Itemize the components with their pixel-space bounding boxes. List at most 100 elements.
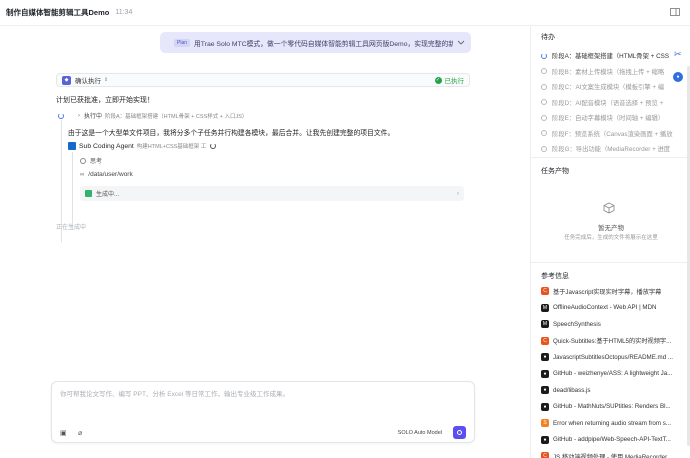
circle-icon xyxy=(541,145,547,152)
attach-file-icon[interactable]: ▣ xyxy=(60,429,68,437)
todo-item[interactable]: 阶段D：AI配音模块（语音选择 + 预览 + xyxy=(541,98,681,107)
circle-icon xyxy=(541,83,547,90)
reference-item[interactable]: M OfflineAudioContext - Web API | MDN xyxy=(541,301,679,315)
github-icon: ● xyxy=(541,353,549,361)
scissors-icon[interactable]: ✂ xyxy=(674,49,682,60)
csdn-icon: C xyxy=(541,336,549,345)
task-time: 11:34 xyxy=(115,9,133,16)
reference-item[interactable]: C Quick-Subtitles:基于HTML5的实时视频字... xyxy=(541,334,679,348)
reference-item[interactable]: ● GitHub - weizhenye/ASS: A lightweight J… xyxy=(541,367,679,381)
exec-step[interactable]: › 执行中 阶段A：基础框架搭建（HTML骨架 + CSS样式 + 入口JS） xyxy=(58,111,247,120)
glasses-icon: ∞ xyxy=(80,171,85,178)
circle-icon xyxy=(541,114,547,121)
stackoverflow-icon: S xyxy=(541,419,549,427)
path-step: ∞ /data/user/work xyxy=(80,171,133,178)
divider xyxy=(531,157,690,158)
reference-item[interactable]: S Error when returning audio stream from … xyxy=(541,416,679,430)
generating-status: 正在生成中 xyxy=(56,225,87,231)
mdn-icon: M xyxy=(541,303,549,312)
sub-agent-row[interactable]: Sub Coding Agent 构建HTML+CSS基础框架 工 xyxy=(68,142,217,150)
think-step[interactable]: 思考 xyxy=(80,156,102,165)
mdn-icon: M xyxy=(541,320,549,328)
panel-toggle-icon[interactable] xyxy=(670,8,680,16)
circle-icon xyxy=(541,68,547,74)
composer: 你可帮我论文写作、编写 PPT、分析 Excel 等日常工作，输出专业级工作成果… xyxy=(51,381,475,443)
todo-text: 阶段A：基础框架搭建（HTML骨架 + CSS xyxy=(552,53,670,60)
sub-timeline-line xyxy=(72,152,73,230)
reference-text: 基于Javascript实现实时字幕，播放字幕 xyxy=(553,288,662,296)
output-title: 任务产物 xyxy=(541,168,569,175)
reference-item[interactable]: ● GitHub - addpipe/Web-Speech-API-TextT..… xyxy=(541,433,679,447)
expand-chevron-icon[interactable] xyxy=(457,40,465,46)
todo-item[interactable]: 阶段A：基础框架搭建（HTML骨架 + CSS xyxy=(541,51,681,60)
send-button[interactable] xyxy=(453,426,466,439)
todo-text: 阶段G：导出功能（MediaRecorder + 进度 xyxy=(552,146,671,153)
reference-text: JS 移动端视频处理 - 使用 MediaRecorder... xyxy=(553,453,672,458)
chevron-right-icon: › xyxy=(78,112,80,119)
loading-spinner-icon xyxy=(541,52,547,59)
todo-text: 阶段D：AI配音模块（语音选择 + 预览 + xyxy=(552,99,664,107)
chevron-right-icon: › xyxy=(457,190,459,197)
reference-text: GitHub - MathNuts/SUPtitles: Renders Bl.… xyxy=(553,403,671,410)
empty-title: 暂无产物 xyxy=(598,225,624,232)
status-text: 已执行 xyxy=(444,78,465,85)
reference-item[interactable]: M SpeechSynthesis xyxy=(541,317,679,331)
reference-item[interactable]: ● GitHub - MathNuts/SUPtitles: Renders Bl… xyxy=(541,400,679,414)
assistant-float-button[interactable]: ● xyxy=(673,72,683,82)
todo-item[interactable]: 阶段F：预览系统（Canvas渲染画面 + 播放 xyxy=(541,129,681,138)
reference-text: dead/libass.js xyxy=(553,386,591,394)
reference-text: OfflineAudioContext - Web API | MDN xyxy=(553,304,657,311)
todo-item[interactable]: 阶段B：素材上传模块（拖拽上传 + 缩略 xyxy=(541,67,681,76)
reference-item[interactable]: C JS 移动端视频处理 - 使用 MediaRecorder... xyxy=(541,449,679,458)
title-bar: 制作自媒体智能剪辑工具Demo 11:34 xyxy=(0,0,690,26)
composer-input[interactable]: 你可帮我论文写作、编写 PPT、分析 Excel 等日常工作，输出专业级工作成果… xyxy=(60,388,289,398)
reference-title: 参考信息 xyxy=(541,273,569,280)
csdn-icon: C xyxy=(541,452,549,458)
todo-text: 阶段F：预览系统（Canvas渲染画面 + 播放 xyxy=(552,130,673,138)
github-icon: ● xyxy=(541,402,549,411)
todo-text: 阶段C：AI文案生成模块（模板引擎 + 编 xyxy=(552,84,665,91)
generating-box-text: 生成中... xyxy=(96,192,120,198)
chat-area: Plan 用Trae Solo MTC模式，做一个零代码自媒体智能剪辑工具网页版… xyxy=(0,26,530,458)
csdn-icon: C xyxy=(541,287,549,295)
user-message: Plan 用Trae Solo MTC模式，做一个零代码自媒体智能剪辑工具网页版… xyxy=(160,32,471,53)
loading-spinner-icon xyxy=(58,112,64,119)
box-icon xyxy=(603,202,615,214)
check-icon: ✓ xyxy=(434,76,442,84)
reference-text: SpeechSynthesis xyxy=(553,320,601,328)
empty-subtitle: 任务完成后，生成的文件将展示在这里 xyxy=(564,235,658,241)
todo-text: 阶段E：自动字幕模块（时间轴 + 编辑） xyxy=(552,115,665,122)
agent-name: Sub Coding Agent xyxy=(79,142,134,150)
user-message-text: 用Trae Solo MTC模式，做一个零代码自媒体智能剪辑工具网页版Demo，… xyxy=(194,40,453,48)
status-badge: ✓ 已执行 xyxy=(434,75,465,85)
reference-item[interactable]: C 基于Javascript实现实时字幕，播放字幕 xyxy=(541,284,679,298)
todo-item[interactable]: 阶段E：自动字幕模块（时间轴 + 编辑） xyxy=(541,113,681,122)
path-text: /data/user/work xyxy=(88,171,133,178)
circle-icon xyxy=(541,130,547,136)
reference-text: Error when returning audio stream from s… xyxy=(553,419,671,427)
todo-item[interactable]: 阶段C：AI文案生成模块（模板引擎 + 编 xyxy=(541,82,681,91)
ai-avatar-icon: ◆ xyxy=(62,75,71,85)
send-icon xyxy=(457,430,462,435)
exec-detail-text: 由于这是一个大型单文件项目，我将分多个子任务并行构建各模块，最后合并。让我先创建… xyxy=(68,130,395,137)
todo-text: 阶段B：素材上传模块（拖拽上传 + 缩略 xyxy=(552,68,665,76)
reference-text: Quick-Subtitles:基于HTML5的实时视频字... xyxy=(553,338,672,345)
chevron-updown-icon: ⇕ xyxy=(104,77,109,83)
github-icon: ● xyxy=(541,369,549,378)
confirm-label: 确认执行 xyxy=(75,78,101,85)
plan-approved-text: 计划已获批准，立即开始实现！ xyxy=(56,97,154,104)
reference-item[interactable]: ● JavascriptSubtitlesOctopus/README.md ..… xyxy=(541,350,679,364)
model-selector[interactable]: SOLO Auto Model xyxy=(398,430,442,436)
todo-title: 待办 xyxy=(541,34,555,41)
divider xyxy=(531,262,690,263)
github-icon: ● xyxy=(541,386,549,394)
reference-item[interactable]: ● dead/libass.js xyxy=(541,383,679,397)
confirm-execute-bar[interactable]: ◆ 确认执行 ⇕ ✓ 已执行 xyxy=(56,73,470,87)
generating-file-box[interactable]: 生成中... › xyxy=(80,186,464,201)
exec-stage: 阶段A：基础框架搭建（HTML骨架 + CSS样式 + 入口JS） xyxy=(105,113,248,120)
task-title: 制作自媒体智能剪辑工具Demo xyxy=(6,8,110,17)
think-label: 思考 xyxy=(90,159,103,165)
think-icon xyxy=(80,157,86,164)
todo-item[interactable]: 阶段G：导出功能（MediaRecorder + 进度 xyxy=(541,144,681,153)
paperclip-icon[interactable]: ⌀ xyxy=(78,429,86,437)
